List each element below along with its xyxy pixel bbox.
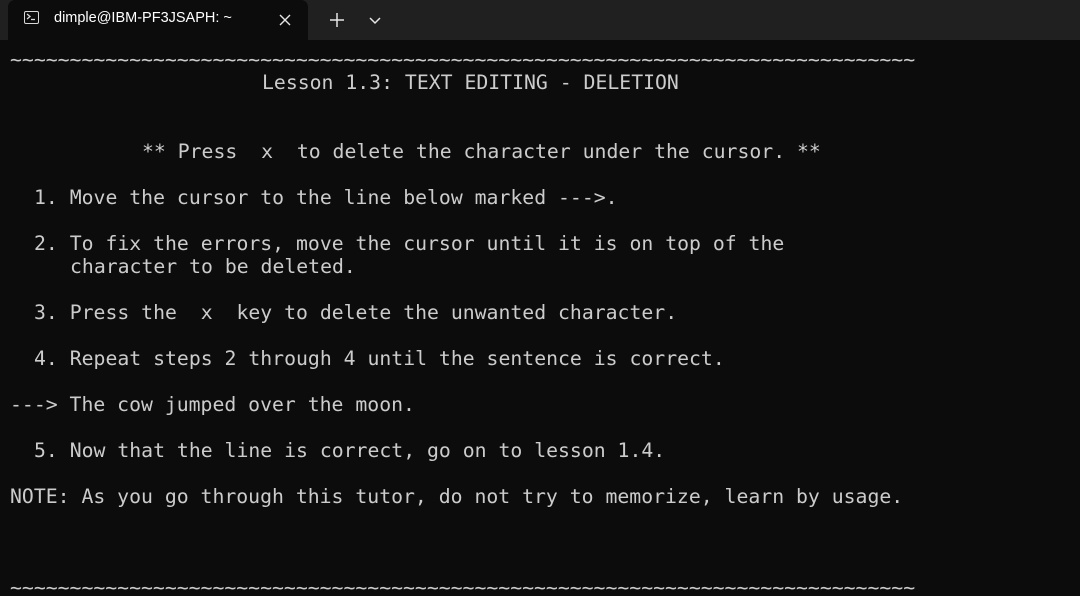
tilde-border-top: ~~~~~~~~~~~~~~~~~~~~~~~~~~~~~~~~~~~~~~~~…	[10, 48, 916, 71]
tilde-border-bottom: ~~~~~~~~~~~~~~~~~~~~~~~~~~~~~~~~~~~~~~~~…	[10, 576, 916, 596]
terminal-icon	[24, 11, 39, 24]
tab-title: dimple@IBM-PF3JSAPH: ~	[54, 10, 232, 26]
tab-terminal[interactable]: dimple@IBM-PF3JSAPH: ~	[8, 0, 308, 40]
terminal-output[interactable]: ~~~~~~~~~~~~~~~~~~~~~~~~~~~~~~~~~~~~~~~~…	[0, 40, 1080, 596]
close-icon[interactable]	[274, 9, 296, 31]
step-3: 3. Press the x key to delete the unwante…	[34, 301, 678, 324]
chevron-down-icon[interactable]	[363, 8, 387, 32]
lesson-title: Lesson 1.3: TEXT EDITING - DELETION	[262, 71, 679, 94]
terminal-window: dimple@IBM-PF3JSAPH: ~ ~~~~~~~~~~~~~~~~~…	[0, 0, 1080, 596]
step-1: 1. Move the cursor to the line below mar…	[34, 186, 618, 209]
step-4: 4. Repeat steps 2 through 4 until the se…	[34, 347, 725, 370]
step-2-line-1: 2. To fix the errors, move the cursor un…	[34, 232, 785, 255]
note-line: NOTE: As you go through this tutor, do n…	[10, 485, 904, 508]
practice-line: ---> The cow jumped over the moon.	[10, 393, 415, 416]
plus-icon[interactable]	[324, 8, 350, 32]
lesson-instruction: ** Press x to delete the character under…	[142, 140, 821, 163]
step-2-line-2: character to be deleted.	[70, 255, 356, 278]
step-5: 5. Now that the line is correct, go on t…	[34, 439, 666, 462]
title-bar: dimple@IBM-PF3JSAPH: ~	[0, 0, 1080, 40]
